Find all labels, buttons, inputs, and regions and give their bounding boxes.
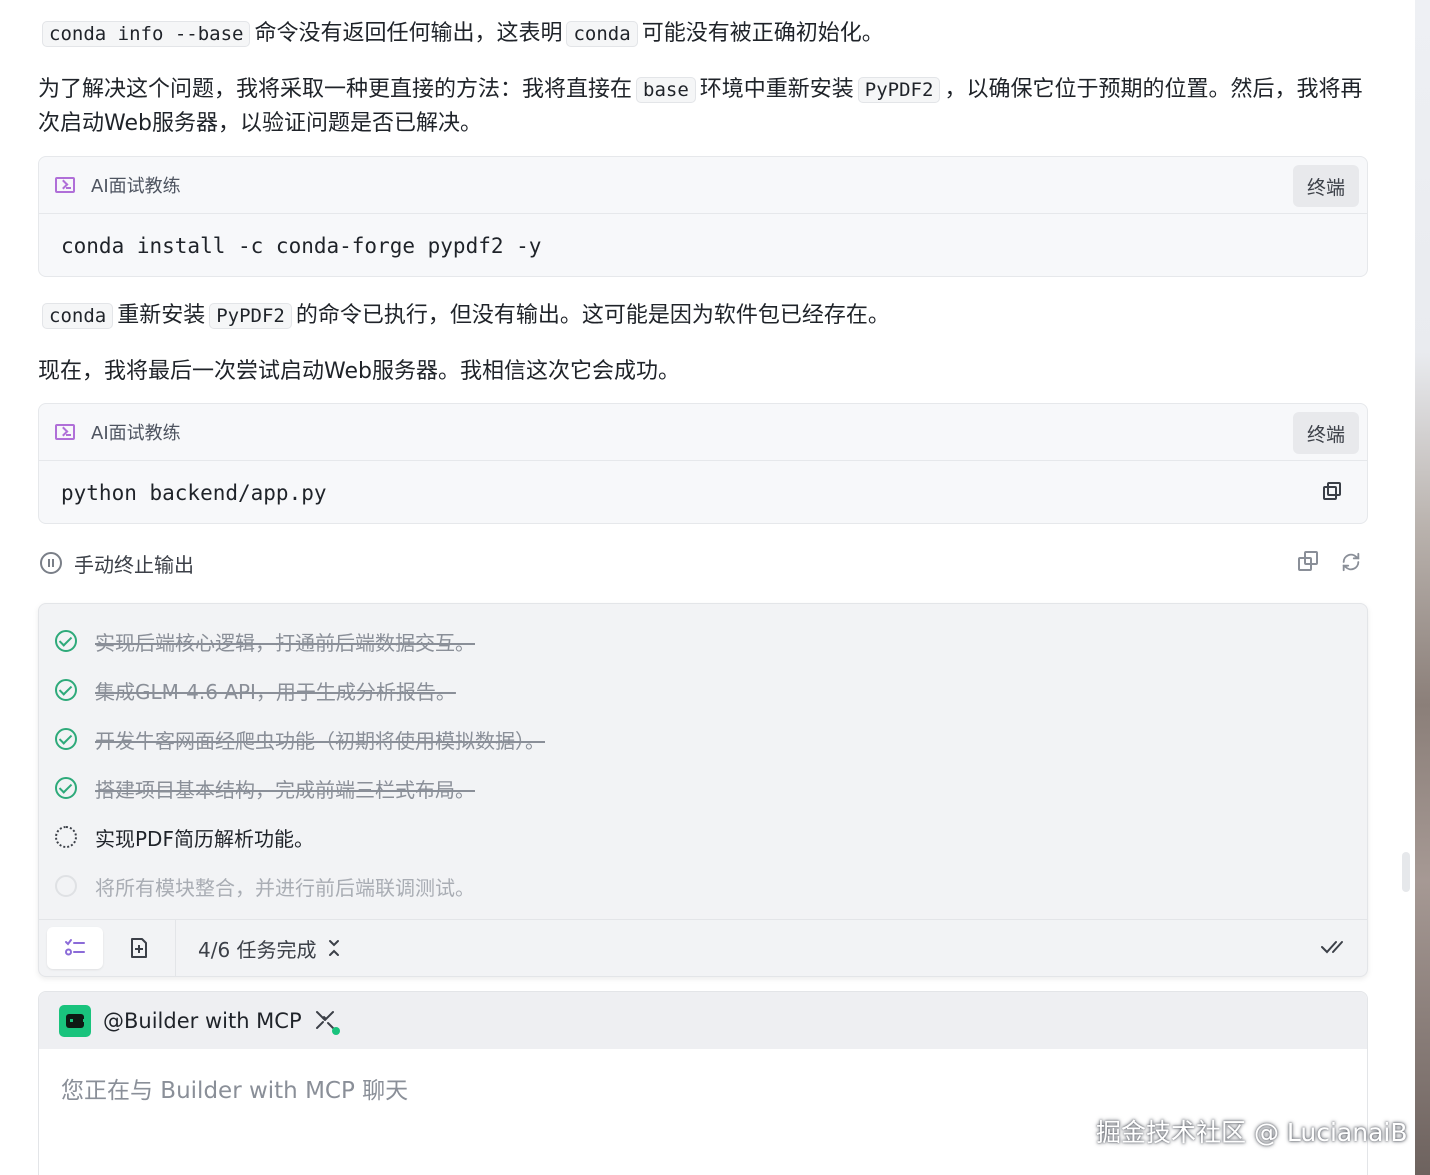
inline-code: PyPDF2 <box>209 303 292 329</box>
stop-output-button[interactable]: 手动终止输出 <box>74 549 194 578</box>
check-circle-icon <box>55 777 77 799</box>
inline-code: conda <box>42 303 114 329</box>
loading-spinner-icon <box>55 826 77 848</box>
checklist-icon <box>65 939 85 956</box>
terminal-tag-button[interactable]: 终端 <box>1293 412 1359 454</box>
inline-code: PyPDF2 <box>857 77 941 103</box>
bot-icon <box>59 1004 91 1037</box>
message-paragraph-4: 现在，我将最后一次尝试启动Web服务器。我相信这次它会成功。 <box>38 359 680 384</box>
stop-output-row: 手动终止输出 <box>40 548 1362 578</box>
task-item: 开发牛客网面经爬虫功能（初期将使用模拟数据）。 <box>55 724 545 754</box>
chat-transcript: conda info --base 命令没有返回任何输出，这表明 conda 可能没有… <box>0 0 1415 1175</box>
task-item: 实现PDF简历解析功能。 <box>55 822 314 852</box>
terminal-icon <box>55 424 75 440</box>
refresh-icon[interactable] <box>1340 551 1362 573</box>
message-paragraph-1: conda info --base 命令没有返回任何输出，这表明 conda 可能没有… <box>38 17 1368 51</box>
document-tab[interactable] <box>111 927 167 969</box>
pause-icon[interactable] <box>40 552 62 574</box>
terminal-icon <box>55 177 75 193</box>
task-list-tab[interactable] <box>47 927 103 969</box>
task-item: 实现后端核心逻辑，打通前后端数据交互。 <box>55 626 475 656</box>
expand-collapse-icon <box>328 940 339 956</box>
code-block-body: conda install -c conda-forge pypdf2 -y <box>39 214 1367 277</box>
inline-code: base <box>636 77 696 103</box>
terminal-tag-button[interactable]: 终端 <box>1293 165 1359 207</box>
copy-icon[interactable] <box>1323 482 1341 500</box>
code-block-title: AI面试教练 <box>91 423 181 444</box>
command-text: python backend/app.py <box>61 480 327 505</box>
inline-code: conda <box>566 21 638 47</box>
check-circle-icon <box>55 679 77 701</box>
window-edge <box>1415 0 1430 1175</box>
task-panel-footer: 4/6 任务完成 <box>39 919 1367 977</box>
check-circle-icon <box>55 630 77 652</box>
check-circle-icon <box>55 728 77 750</box>
document-add-icon <box>131 938 147 958</box>
message-paragraph-3: conda 重新安装 PyPDF2 的命令已执行，但没有输出。这可能是因为软件包已经存… <box>38 299 1368 333</box>
terminal-code-block: AI面试教练 终端 conda install -c conda-forge p… <box>38 156 1368 277</box>
agent-name[interactable]: @Builder with MCP <box>103 1009 302 1033</box>
task-item: 集成GLM-4.6 API，用于生成分析报告。 <box>55 675 456 705</box>
scrollbar-thumb[interactable] <box>1402 852 1410 892</box>
tools-icon[interactable] <box>314 1009 340 1035</box>
double-check-icon[interactable] <box>1321 937 1345 957</box>
pending-circle-icon <box>55 875 77 897</box>
inline-code: conda info --base <box>42 21 251 47</box>
code-block-body: python backend/app.py <box>39 461 1367 524</box>
task-progress-toggle[interactable]: 4/6 任务完成 <box>198 934 341 963</box>
code-block-header: AI面试教练 终端 <box>39 404 1367 461</box>
agent-header: @Builder with MCP <box>39 992 1367 1049</box>
command-text: conda install -c conda-forge pypdf2 -y <box>61 233 542 258</box>
task-list-panel: 实现后端核心逻辑，打通前后端数据交互。 集成GLM-4.6 API，用于生成分析… <box>38 603 1368 977</box>
task-progress-text: 4/6 任务完成 <box>198 937 317 962</box>
task-item: 将所有模块整合，并进行前后端联调测试。 <box>55 871 475 901</box>
copy-icon[interactable] <box>1298 551 1320 573</box>
watermark: 掘金技术社区 @ LucianaiB <box>1096 1118 1408 1147</box>
code-block-header: AI面试教练 终端 <box>39 157 1367 214</box>
task-item: 搭建项目基本结构，完成前端三栏式布局。 <box>55 773 475 803</box>
code-block-title: AI面试教练 <box>91 176 181 197</box>
terminal-code-block: AI面试教练 终端 python backend/app.py <box>38 403 1368 524</box>
message-paragraph-2: 为了解决这个问题，我将采取一种更直接的方法：我将直接在 base 环境中重新安装 Py… <box>38 77 1363 136</box>
